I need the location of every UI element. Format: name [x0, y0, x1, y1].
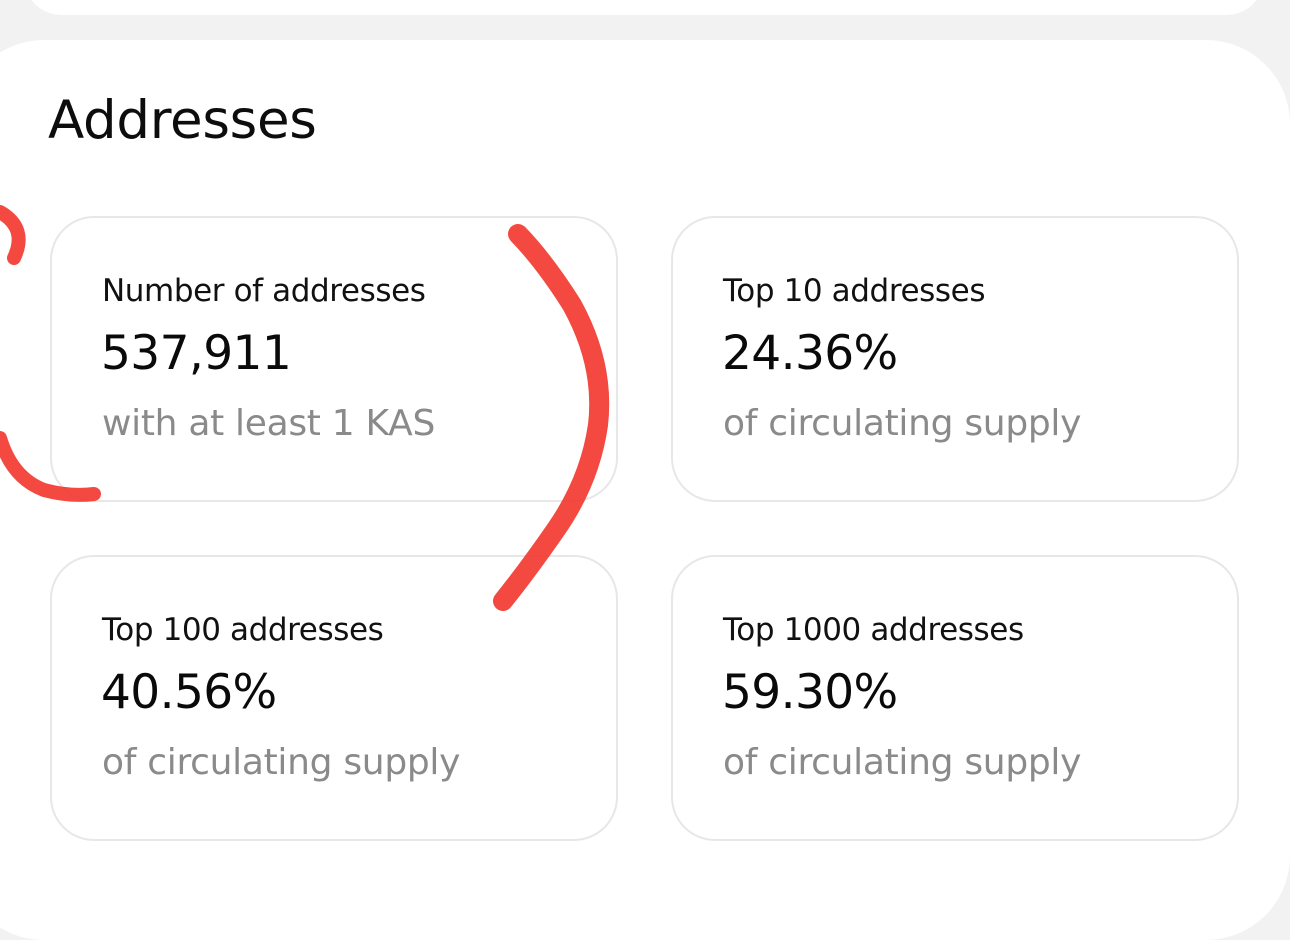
- stat-card-top-10-addresses: Top 10 addresses 24.36% of circulating s…: [671, 216, 1239, 502]
- stat-note: of circulating supply: [723, 403, 1082, 444]
- stat-label: Top 1000 addresses: [723, 612, 1024, 648]
- section-title: Addresses: [48, 90, 317, 151]
- stat-note: of circulating supply: [102, 742, 461, 783]
- stat-label: Top 10 addresses: [723, 273, 986, 309]
- stat-label: Number of addresses: [102, 273, 426, 309]
- stat-value: 537,911: [101, 326, 292, 381]
- stat-value: 40.56%: [101, 665, 277, 720]
- stat-card-number-of-addresses: Number of addresses 537,911 with at leas…: [50, 216, 618, 502]
- stat-card-top-100-addresses: Top 100 addresses 40.56% of circulating …: [50, 555, 618, 841]
- stat-note: of circulating supply: [723, 742, 1082, 783]
- stat-card-top-1000-addresses: Top 1000 addresses 59.30% of circulating…: [671, 555, 1239, 841]
- previous-section-card: [24, 0, 1264, 15]
- stat-value: 24.36%: [722, 326, 898, 381]
- stat-label: Top 100 addresses: [102, 612, 384, 648]
- stat-value: 59.30%: [722, 665, 898, 720]
- stat-note: with at least 1 KAS: [102, 403, 436, 444]
